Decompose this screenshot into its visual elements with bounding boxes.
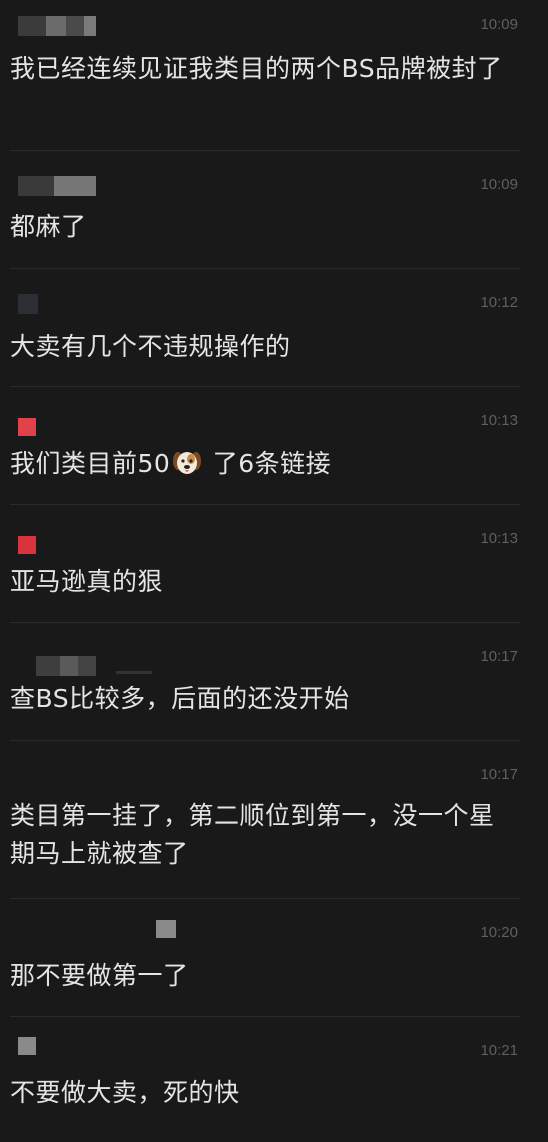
dog-face-emoji-icon (173, 452, 202, 474)
message-text: 不要做大卖，死的快 (10, 1078, 240, 1107)
sender-avatar (18, 294, 38, 314)
message-text: 大卖有几个不违规操作的 (10, 332, 291, 361)
message-timestamp: 10:17 (480, 766, 518, 783)
message-text: 那不要做第一了 (10, 961, 189, 990)
message-timestamp: 10:20 (480, 924, 518, 941)
chat-message[interactable]: 10:20 那不要做第一了 (10, 899, 520, 1016)
message-timestamp: 10:09 (480, 176, 518, 193)
chat-message[interactable]: 10:09 我已经连续见证我类目的两个BS品牌被封了 (10, 0, 520, 150)
message-timestamp: 10:12 (480, 294, 518, 311)
message-text: 我已经连续见证我类目的两个BS品牌被封了 (10, 54, 503, 83)
message-timestamp: 10:09 (480, 16, 518, 33)
message-timestamp: 10:13 (480, 530, 518, 547)
sender-avatar (156, 920, 176, 938)
message-text-part: 了6条链接 (204, 449, 332, 478)
message-text: 都麻了 (10, 212, 87, 241)
message-timestamp: 10:17 (480, 648, 518, 665)
chat-message[interactable]: 10:13 亚马逊真的狠 (10, 505, 520, 622)
message-text: 亚马逊真的狠 (10, 567, 164, 596)
chat-message[interactable]: 10:17 查BS比较多，后面的还没开始 (10, 623, 520, 740)
sender-avatar (18, 536, 36, 554)
message-text: 查BS比较多，后面的还没开始 (10, 684, 350, 713)
message-timestamp: 10:21 (480, 1042, 518, 1059)
message-text-part: 我们类目前50 (10, 449, 171, 478)
chat-message[interactable]: 10:17 类目第一挂了，第二顺位到第一，没一个星期马上就被查了 (10, 741, 520, 898)
chat-message[interactable]: 10:12 大卖有几个不违规操作的 (10, 269, 520, 386)
chat-message[interactable]: 10:09 都麻了 (10, 151, 520, 268)
message-text: 我们类目前50 了6条链接 (10, 445, 516, 483)
message-timestamp: 10:13 (480, 412, 518, 429)
sender-avatar (18, 1037, 36, 1055)
sender-avatar (18, 418, 36, 436)
chat-message[interactable]: 10:21 不要做大卖，死的快 (10, 1017, 520, 1142)
message-text: 类目第一挂了，第二顺位到第一，没一个星期马上就被查了 (10, 801, 495, 868)
chat-message[interactable]: 10:13 我们类目前50 了6条链接 (10, 387, 520, 504)
